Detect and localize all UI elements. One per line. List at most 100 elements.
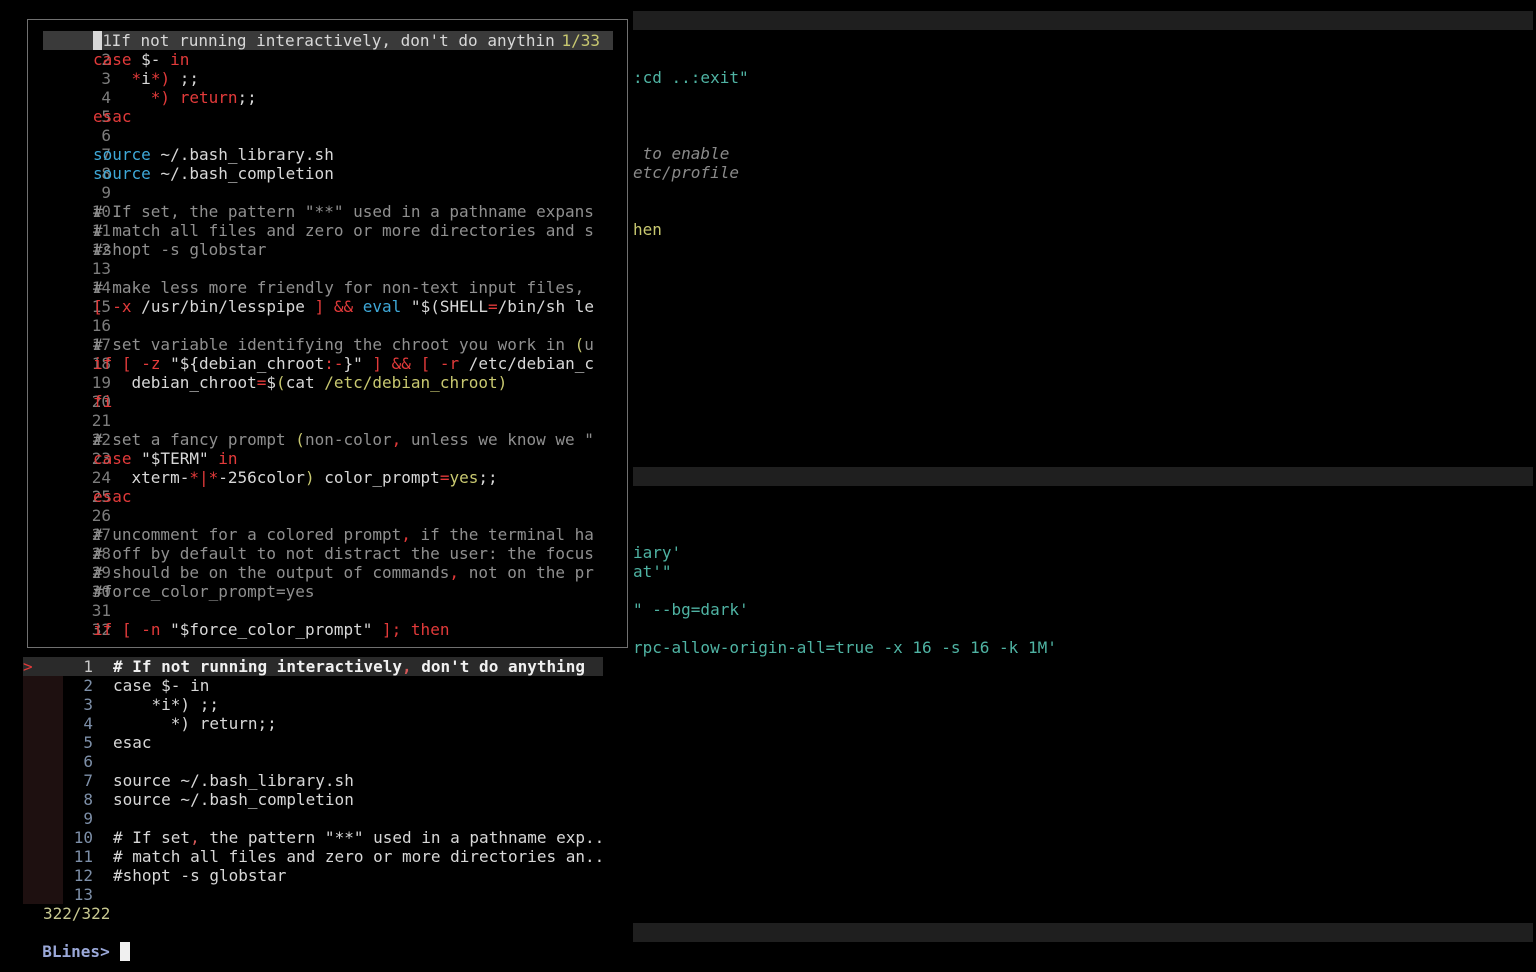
preview-line-code: If not running interactively, don't do a… <box>93 31 613 50</box>
preview-line-number: 13 <box>91 259 111 278</box>
preview-line-code: *) return;; <box>150 88 257 107</box>
preview-line: 31 <box>28 601 627 620</box>
preview-line: 10 # If set, the pattern "**" used in a p… <box>28 202 627 221</box>
result-line-number: 3 <box>83 695 93 714</box>
preview-line: 21 <box>28 411 627 430</box>
result-row[interactable]: 12 #shopt -s globstar <box>23 866 628 885</box>
background-line: etc/profile <box>633 163 739 182</box>
result-row[interactable]: 6 <box>23 752 628 771</box>
preview-line-number: 6 <box>101 126 111 145</box>
preview-position: 1/33 <box>561 31 600 50</box>
preview-line-number: 31 <box>91 601 111 620</box>
result-row[interactable]: 7 source ~/.bash_library.sh <box>23 771 628 790</box>
preview-line: 12 #shopt -s globstar <box>28 240 627 259</box>
preview-line-code: source ~/.bash_completion <box>93 164 334 183</box>
result-row-selected[interactable]: >1 # If not running interactively, don't … <box>23 657 628 676</box>
preview-line-code: # set variable identifying the chroot yo… <box>93 335 594 354</box>
result-line-number: 7 <box>83 771 93 790</box>
match-count: 322/322 <box>43 904 111 923</box>
preview-line-code: # set a fancy prompt (non-color, unless … <box>93 430 594 449</box>
result-row[interactable]: 13 <box>23 885 628 904</box>
result-row[interactable]: 2 case $- in <box>23 676 628 695</box>
search-input[interactable] <box>119 942 130 961</box>
preview-line: 11 # match all files and zero or more dir… <box>28 221 627 240</box>
selection-marker-icon: > <box>23 657 33 676</box>
background-line: rpc-allow-origin-all=true -x 16 -s 16 -k… <box>633 638 1057 657</box>
editor-statusline-bottom <box>633 923 1533 942</box>
preview-line: 13 <box>28 259 627 278</box>
result-line-number: 4 <box>83 714 93 733</box>
preview-line: 27 # uncomment for a colored prompt, if t… <box>28 525 627 544</box>
prompt-label: BLines> <box>42 942 110 961</box>
preview-line: 28 # off by default to not distract the u… <box>28 544 627 563</box>
result-row[interactable]: 3 *i*) ;; <box>23 695 628 714</box>
preview-line-code: source ~/.bash_library.sh <box>93 145 334 164</box>
preview-line: 17 # set variable identifying the chroot … <box>28 335 627 354</box>
preview-line-code: # off by default to not distract the use… <box>93 544 594 563</box>
result-line-number: 11 <box>73 847 93 866</box>
preview-line: 9 <box>28 183 627 202</box>
background-line: hen <box>633 220 662 239</box>
result-line-number: 5 <box>83 733 93 752</box>
preview-line-code: if [ -z "${debian_chroot:-}" ] && [ -r /… <box>93 354 594 373</box>
preview-line: 24 xterm-*|*-256color) color_prompt=yes;… <box>28 468 627 487</box>
preview-line: 29 # should be on the output of commands,… <box>28 563 627 582</box>
result-line-number: 9 <box>83 809 93 828</box>
preview-line-number: 21 <box>91 411 111 430</box>
preview-line: 3 *i*) ;; <box>28 69 627 88</box>
preview-line: 7 source ~/.bash_library.sh <box>28 145 627 164</box>
result-line-text: esac <box>113 733 152 752</box>
preview-line: 22 # set a fancy prompt (non-color, unles… <box>28 430 627 449</box>
preview-line: 18 if [ -z "${debian_chroot:-}" ] && [ -r… <box>28 354 627 373</box>
result-line-number: 1 <box>83 657 93 676</box>
search-prompt[interactable]: BLines> <box>23 923 130 961</box>
preview-line-code: case $- in <box>93 50 190 69</box>
preview-line-code: fi <box>93 392 113 411</box>
preview-line-code: # uncomment for a colored prompt, if the… <box>93 525 594 544</box>
preview-line: 14 # make less more friendly for non-text… <box>28 278 627 297</box>
preview-line: 4 *) return;; <box>28 88 627 107</box>
preview-line-code: [ -x /usr/bin/lesspipe ] && eval "$(SHEL… <box>93 297 594 316</box>
preview-line: 23 case "$TERM" in <box>28 449 627 468</box>
result-line-text: #shopt -s globstar <box>113 866 287 885</box>
result-line-text: # If set, the pattern "**" used in a pat… <box>113 828 605 847</box>
results-list[interactable]: >1 # If not running interactively, don't … <box>23 657 628 904</box>
preview-line-code: #force_color_prompt=yes <box>93 582 315 601</box>
preview-line-code: xterm-*|*-256color) color_prompt=yes;; <box>93 468 498 487</box>
preview-line: 20 fi <box>28 392 627 411</box>
preview-line-code: # match all files and zero or more direc… <box>93 221 594 240</box>
preview-line: 19 debian_chroot=$(cat /etc/debian_chroo… <box>28 373 627 392</box>
preview-line: 5 esac <box>28 107 627 126</box>
result-line-text: *i*) ;; <box>113 695 219 714</box>
background-line: iary' <box>633 543 682 562</box>
preview-line-code: esac <box>93 107 132 126</box>
preview-line: 1 If not running interactively, don't do… <box>43 31 613 50</box>
result-line-text: source ~/.bash_completion <box>113 790 354 809</box>
result-line-text: *) return;; <box>113 714 277 733</box>
preview-line: 26 <box>28 506 627 525</box>
result-line-number: 6 <box>83 752 93 771</box>
background-line: :cd ..:exit" <box>633 68 749 87</box>
editor-statusline <box>633 467 1533 486</box>
result-row[interactable]: 5 esac <box>23 733 628 752</box>
result-row[interactable]: 4 *) return;; <box>23 714 628 733</box>
result-row[interactable]: 11 # match all files and zero or more dir… <box>23 847 628 866</box>
preview-line: 2 case $- in <box>28 50 627 69</box>
result-row[interactable]: 10 # If set, the pattern "**" used in a p… <box>23 828 628 847</box>
preview-line: 15[ -x /usr/bin/lesspipe ] && eval "$(SH… <box>28 297 627 316</box>
preview-line-code: # If set, the pattern "**" used in a pat… <box>93 202 594 221</box>
preview-line: 16 <box>28 316 627 335</box>
background-line: " --bg=dark' <box>633 600 749 619</box>
background-line: to enable <box>633 144 730 163</box>
editor-tabline <box>633 11 1533 30</box>
preview-window: 1 If not running interactively, don't do… <box>27 19 628 648</box>
preview-line-number: 26 <box>91 506 111 525</box>
preview-line-code: case "$TERM" in <box>93 449 238 468</box>
preview-line-code: #shopt -s globstar <box>93 240 267 259</box>
result-row[interactable]: 8 source ~/.bash_completion <box>23 790 628 809</box>
result-line-number: 8 <box>83 790 93 809</box>
background-line: at'" <box>633 562 672 581</box>
result-row[interactable]: 9 <box>23 809 628 828</box>
preview-line-code: # make less more friendly for non-text i… <box>93 278 585 297</box>
result-line-number: 10 <box>73 828 93 847</box>
